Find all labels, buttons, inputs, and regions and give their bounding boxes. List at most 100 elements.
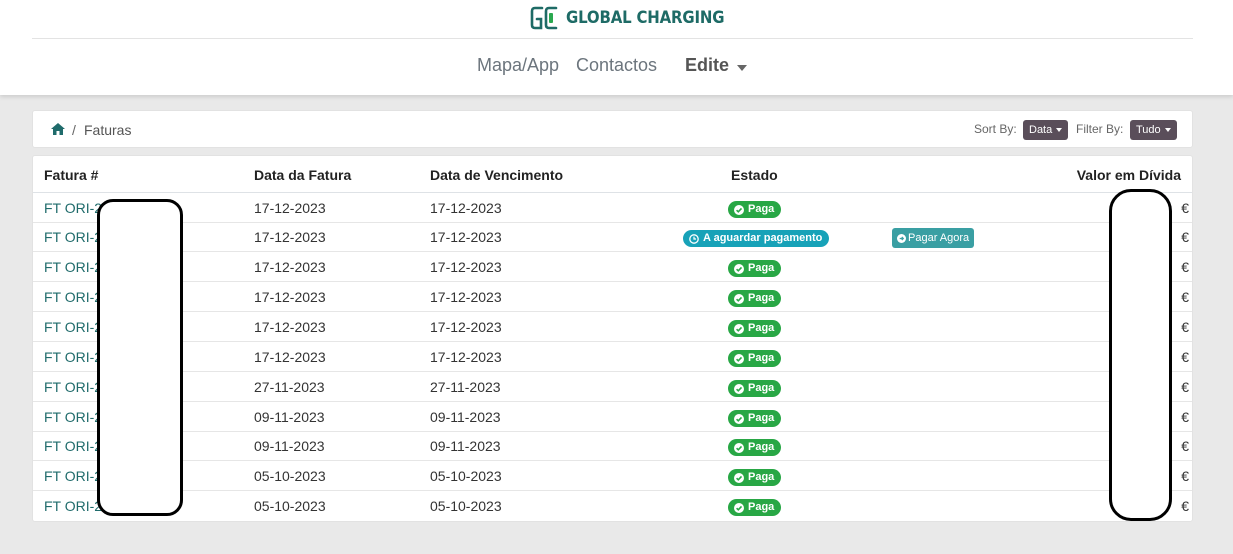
check-circle-icon <box>734 442 744 453</box>
invoice-date: 09-11-2023 <box>254 438 325 454</box>
table-row: FT ORI-2 27-11-2023 27-11-2023 Paga € <box>33 372 1192 402</box>
status-text: Paga <box>748 262 775 274</box>
amount-currency: € <box>1181 349 1189 365</box>
status-text: Paga <box>748 501 775 513</box>
check-circle-icon <box>734 472 744 483</box>
due-date: 17-12-2023 <box>430 259 502 275</box>
check-circle-icon <box>734 413 744 424</box>
invoice-link[interactable]: FT ORI-2 <box>44 289 102 305</box>
header-due-date: Data de Vencimento <box>430 167 564 183</box>
table-row: FT ORI-2 09-11-2023 09-11-2023 Paga € <box>33 431 1192 461</box>
due-date: 17-12-2023 <box>430 349 502 365</box>
invoice-date: 17-12-2023 <box>254 200 326 216</box>
check-circle-icon <box>734 383 744 394</box>
amount-currency: € <box>1181 438 1189 454</box>
home-icon[interactable] <box>51 123 65 135</box>
status-text: Paga <box>748 203 775 215</box>
due-date: 17-12-2023 <box>430 319 502 335</box>
status-badge: Paga <box>728 260 782 277</box>
caret-down-icon <box>1056 128 1063 133</box>
status-badge: Paga <box>728 320 782 337</box>
invoice-link[interactable]: FT ORI-2 <box>44 438 102 454</box>
status-text: Paga <box>748 382 775 394</box>
nav-item-edite[interactable]: Edite <box>685 55 729 76</box>
check-circle-icon <box>734 323 744 334</box>
amount-currency: € <box>1181 289 1189 305</box>
invoice-date: 17-12-2023 <box>254 259 326 275</box>
invoice-link[interactable]: FT ORI-2 <box>44 200 102 216</box>
invoices-table: Fatura # Data da Fatura Data de Vencimen… <box>32 155 1193 522</box>
redaction-mark-invoice <box>97 199 183 516</box>
status-text: Paga <box>748 441 775 453</box>
due-date: 27-11-2023 <box>430 379 501 395</box>
status-text: Paga <box>748 352 775 364</box>
sort-value: Data <box>1029 124 1053 136</box>
check-circle-icon <box>734 293 744 304</box>
invoice-link[interactable]: FT ORI-2 <box>44 319 102 335</box>
status-badge: Paga <box>728 201 782 218</box>
table-row: FT ORI-2 17-12-2023 17-12-2023 Paga € <box>33 342 1192 372</box>
main-nav: Mapa/App Contactos Edite <box>0 55 1233 83</box>
header-invoice: Fatura # <box>44 167 99 183</box>
invoice-date: 17-12-2023 <box>254 349 326 365</box>
top-navbar: GLOBAL CHARGING Mapa/App Contactos Edite <box>0 0 1233 95</box>
amount-currency: € <box>1181 200 1189 216</box>
chevron-down-icon[interactable] <box>737 65 747 71</box>
status-badge: Paga <box>728 350 782 367</box>
status-text: Paga <box>748 292 775 304</box>
status-badge: Paga <box>728 439 782 456</box>
amount-currency: € <box>1181 498 1189 514</box>
due-date: 05-10-2023 <box>430 498 502 514</box>
status-badge: Paga <box>728 469 782 486</box>
check-circle-icon <box>734 502 744 513</box>
status-badge: Paga <box>728 380 782 397</box>
invoice-date: 17-12-2023 <box>254 319 326 335</box>
invoice-link[interactable]: FT ORI-2 <box>44 229 102 245</box>
sort-dropdown[interactable]: Data <box>1023 120 1069 140</box>
status-badge: A aguardar pagamento <box>683 230 830 247</box>
status-badge: Paga <box>728 410 782 427</box>
amount-currency: € <box>1181 468 1189 484</box>
check-circle-icon <box>734 353 744 364</box>
due-date: 09-11-2023 <box>430 438 501 454</box>
table-row: FT ORI-2 05-10-2023 05-10-2023 Paga € <box>33 461 1192 491</box>
invoice-date: 17-12-2023 <box>254 229 326 245</box>
due-date: 09-11-2023 <box>430 409 501 425</box>
pay-now-button[interactable]: Pagar Agora <box>892 228 975 248</box>
invoice-date: 17-12-2023 <box>254 289 326 305</box>
brand-mark-icon <box>530 6 558 30</box>
breadcrumb-current: Faturas <box>84 122 132 138</box>
invoice-date: 05-10-2023 <box>254 468 326 484</box>
redaction-mark-amount <box>1109 189 1172 521</box>
invoice-link[interactable]: FT ORI-2 <box>44 379 102 395</box>
status-badge: Paga <box>728 499 782 516</box>
table-row: FT ORI-2 05-10-2023 05-10-2023 Paga € <box>33 491 1192 521</box>
clock-icon <box>689 233 699 244</box>
filter-dropdown[interactable]: Tudo <box>1130 120 1177 140</box>
table-row: FT ORI-2 17-12-2023 17-12-2023 Paga € <box>33 282 1192 312</box>
invoice-date: 27-11-2023 <box>254 379 325 395</box>
invoice-link[interactable]: FT ORI-2 <box>44 259 102 275</box>
invoice-link[interactable]: FT ORI-2 <box>44 498 102 514</box>
header-invoice-date: Data da Fatura <box>254 167 352 183</box>
invoice-link[interactable]: FT ORI-2 <box>44 349 102 365</box>
nav-item-contactos[interactable]: Contactos <box>576 55 657 76</box>
due-date: 17-12-2023 <box>430 200 502 216</box>
table-row: FT ORI-2 17-12-2023 17-12-2023 Paga € <box>33 193 1192 223</box>
amount-currency: € <box>1181 259 1189 275</box>
invoice-date: 09-11-2023 <box>254 409 325 425</box>
amount-currency: € <box>1181 319 1189 335</box>
invoice-link[interactable]: FT ORI-2 <box>44 409 102 425</box>
invoice-link[interactable]: FT ORI-2 <box>44 468 102 484</box>
check-circle-icon <box>734 263 744 274</box>
due-date: 17-12-2023 <box>430 229 502 245</box>
nav-item-mapa-app[interactable]: Mapa/App <box>477 55 559 76</box>
due-date: 05-10-2023 <box>430 468 502 484</box>
brand-name: GLOBAL CHARGING <box>566 8 725 28</box>
table-row: FT ORI-2 17-12-2023 17-12-2023 A aguardar p… <box>33 222 1192 252</box>
sort-label: Sort By: <box>974 122 1017 136</box>
status-text: A aguardar pagamento <box>703 232 823 244</box>
status-text: Paga <box>748 471 775 483</box>
status-text: Paga <box>748 412 775 424</box>
brand-logo[interactable]: GLOBAL CHARGING <box>529 4 746 32</box>
